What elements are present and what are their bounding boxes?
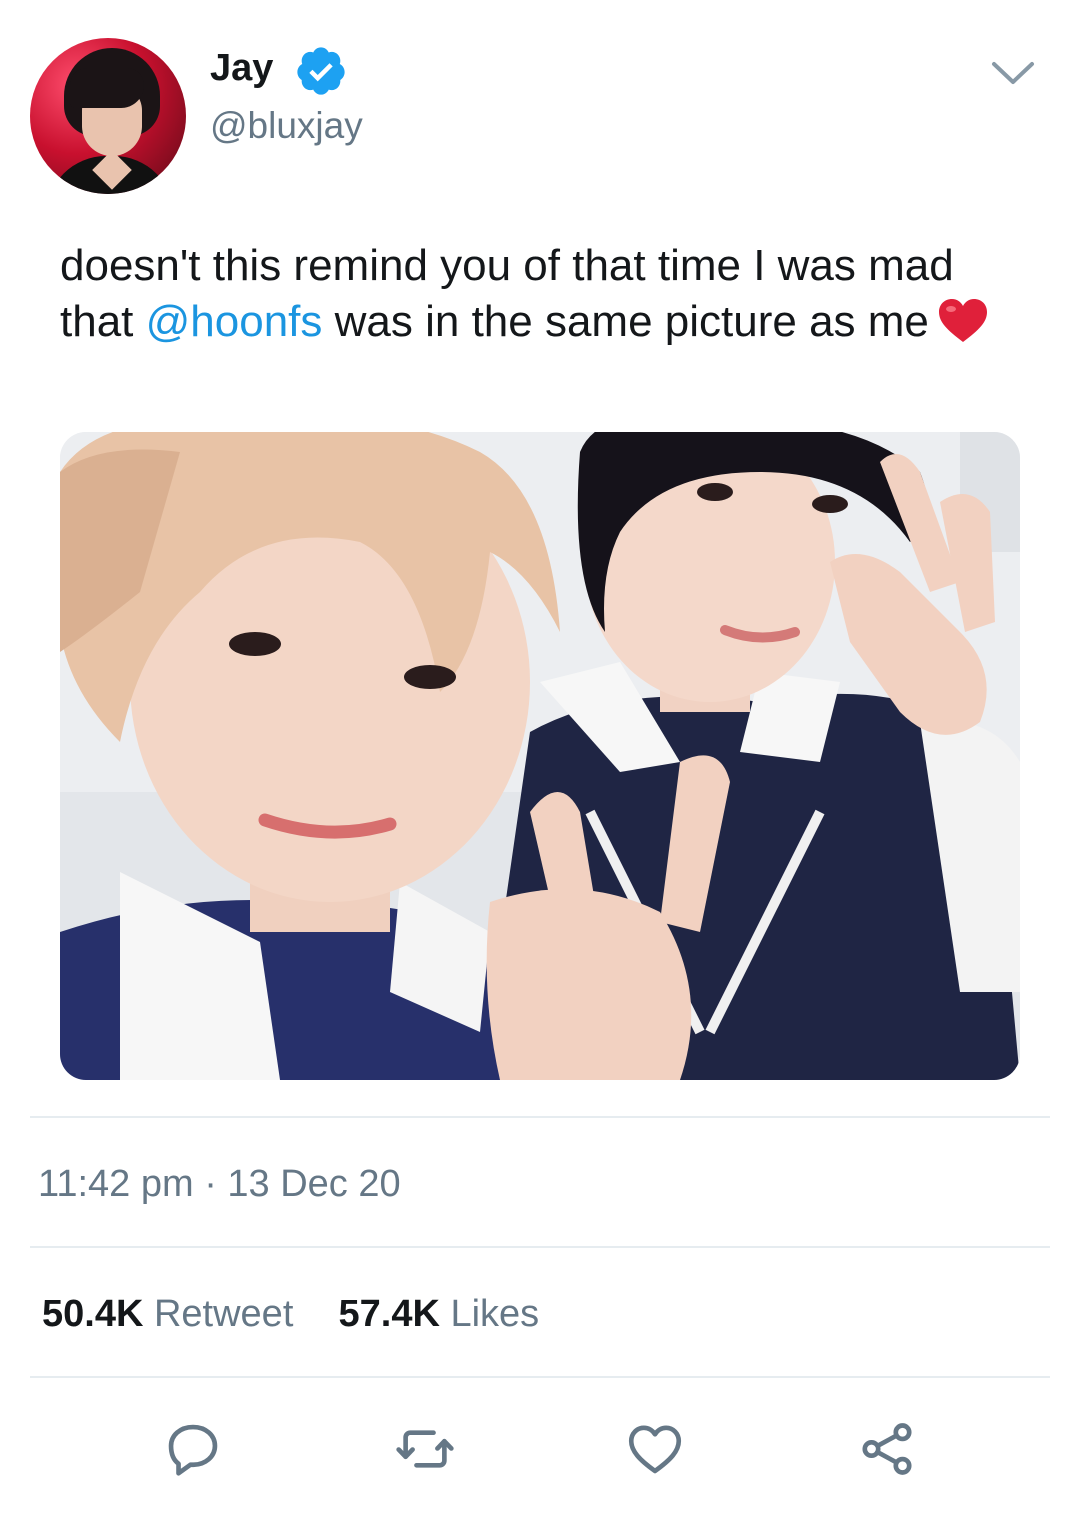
avatar-fringe	[70, 68, 144, 108]
verified-badge-icon	[297, 47, 345, 95]
tweet-stats: 50.4K Retweet 57.4K Likes	[42, 1292, 539, 1336]
tweet-photo[interactable]	[60, 432, 1020, 1080]
tweet-text: doesn't this remind you of that time I w…	[60, 238, 1020, 350]
like-icon	[628, 1425, 682, 1474]
photo-illustration	[60, 432, 1020, 1080]
timestamp-separator: ·	[204, 1163, 217, 1205]
avatar[interactable]	[30, 38, 186, 194]
retweets-stat[interactable]: 50.4K Retweet	[42, 1293, 304, 1335]
retweet-button[interactable]	[390, 1414, 460, 1484]
retweets-label: Retweet	[153, 1293, 294, 1335]
user-handle[interactable]: @bluxjay	[210, 104, 363, 148]
share-button[interactable]	[852, 1414, 922, 1484]
share-icon	[862, 1423, 912, 1475]
heart-emoji	[938, 299, 987, 342]
reply-button[interactable]	[158, 1414, 228, 1484]
likes-stat[interactable]: 57.4K Likes	[328, 1293, 540, 1335]
divider	[30, 1116, 1050, 1118]
tweet-date: 13 Dec 20	[227, 1163, 401, 1205]
like-button[interactable]	[620, 1414, 690, 1484]
tweet-time: 11:42 pm	[38, 1163, 194, 1205]
tweet-text-after: was in the same picture as me	[322, 297, 929, 346]
divider	[30, 1376, 1050, 1378]
likes-count: 57.4K	[338, 1293, 440, 1335]
retweet-icon	[396, 1430, 454, 1468]
display-name[interactable]: Jay	[210, 46, 273, 90]
retweets-count: 50.4K	[42, 1293, 144, 1335]
reply-icon	[168, 1424, 218, 1476]
mention-link[interactable]: @hoonfs	[146, 297, 323, 346]
divider	[30, 1246, 1050, 1248]
chevron-down-icon[interactable]	[990, 58, 1036, 88]
tweet-timestamp[interactable]: 11:42 pm · 13 Dec 20	[38, 1162, 401, 1206]
likes-label: Likes	[450, 1293, 540, 1335]
